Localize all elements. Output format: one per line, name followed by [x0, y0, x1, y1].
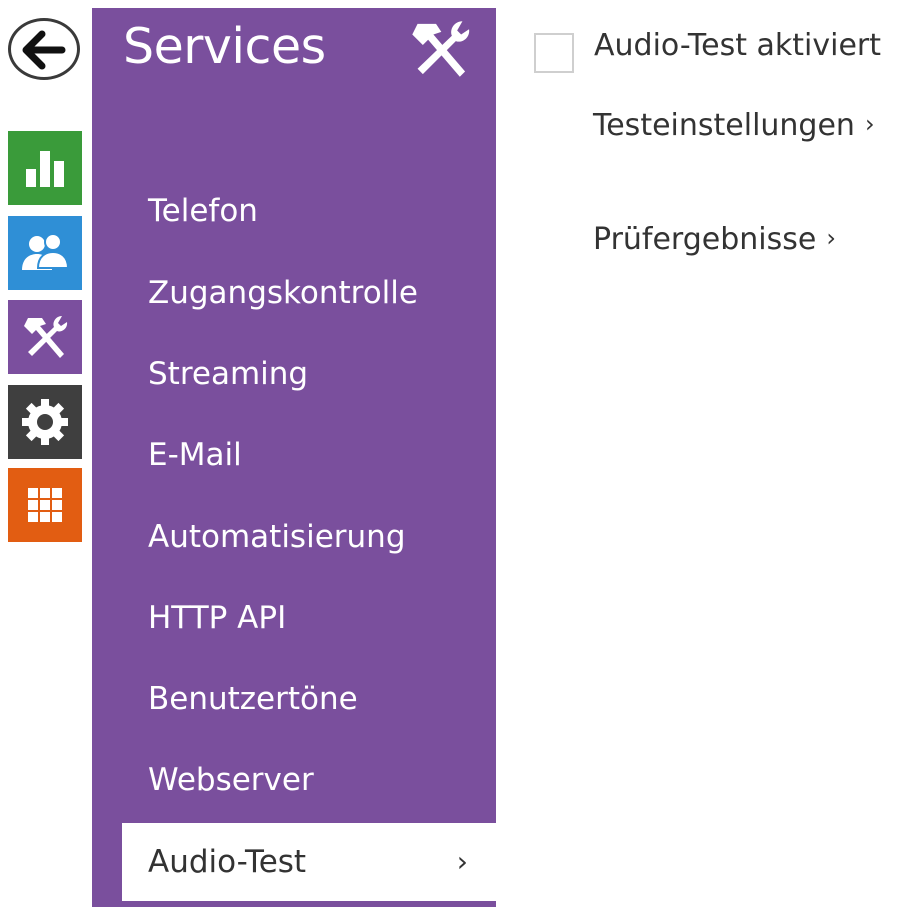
menu-item-email[interactable]: E-Mail	[122, 416, 496, 494]
chevron-right-icon: ›	[456, 845, 468, 878]
test-settings-label: Testeinstellungen	[593, 108, 855, 143]
menu-item-zugangskontrolle[interactable]: Zugangskontrolle	[122, 254, 496, 332]
grid-icon	[28, 488, 62, 522]
chevron-right-icon: ›	[864, 110, 875, 138]
chevron-right-icon: ›	[826, 224, 836, 252]
gear-icon	[22, 399, 68, 445]
menu-item-streaming[interactable]: Streaming	[122, 335, 496, 413]
back-button[interactable]	[8, 18, 80, 80]
services-panel: Services Telefon Zugangskontrolle Stream…	[92, 8, 496, 907]
nav-services-tile[interactable]	[8, 300, 82, 374]
panel-title: Services	[123, 18, 326, 75]
test-settings-link[interactable]: Testeinstellungen ›	[593, 108, 875, 143]
hammer-wrench-icon	[412, 21, 470, 77]
test-results-link[interactable]: Prüfergebnisse ›	[593, 222, 836, 257]
audio-test-enabled-checkbox[interactable]	[534, 33, 574, 73]
nav-users-tile[interactable]	[8, 216, 82, 290]
bar-chart-icon	[26, 151, 64, 187]
menu-item-label: E-Mail	[148, 437, 242, 473]
menu-item-audio-test[interactable]: Audio-Test ›	[122, 823, 496, 901]
nav-apps-tile[interactable]	[8, 468, 82, 542]
menu-item-label: Webserver	[148, 762, 314, 798]
menu-item-label: Streaming	[148, 356, 309, 392]
menu-item-http-api[interactable]: HTTP API	[122, 579, 496, 657]
menu-item-label: Audio-Test	[148, 844, 307, 880]
menu-item-label: HTTP API	[148, 600, 287, 636]
menu-item-telefon[interactable]: Telefon	[122, 172, 496, 250]
menu-item-label: Zugangskontrolle	[148, 275, 418, 311]
nav-system-tile[interactable]	[8, 385, 82, 459]
nav-status-tile[interactable]	[8, 131, 82, 205]
menu-item-webserver[interactable]: Webserver	[122, 741, 496, 819]
menu-item-label: Benutzertöne	[148, 681, 358, 717]
menu-item-benutzertoene[interactable]: Benutzertöne	[122, 660, 496, 738]
back-arrow-icon	[22, 30, 66, 70]
users-icon	[22, 233, 70, 270]
menu-item-label: Automatisierung	[148, 519, 406, 555]
menu-item-automatisierung[interactable]: Automatisierung	[122, 498, 496, 576]
test-results-label: Prüfergebnisse	[593, 222, 817, 257]
audio-test-enabled-label: Audio-Test aktiviert	[594, 28, 882, 63]
hammer-wrench-icon	[24, 316, 68, 358]
menu-item-label: Telefon	[148, 193, 258, 229]
